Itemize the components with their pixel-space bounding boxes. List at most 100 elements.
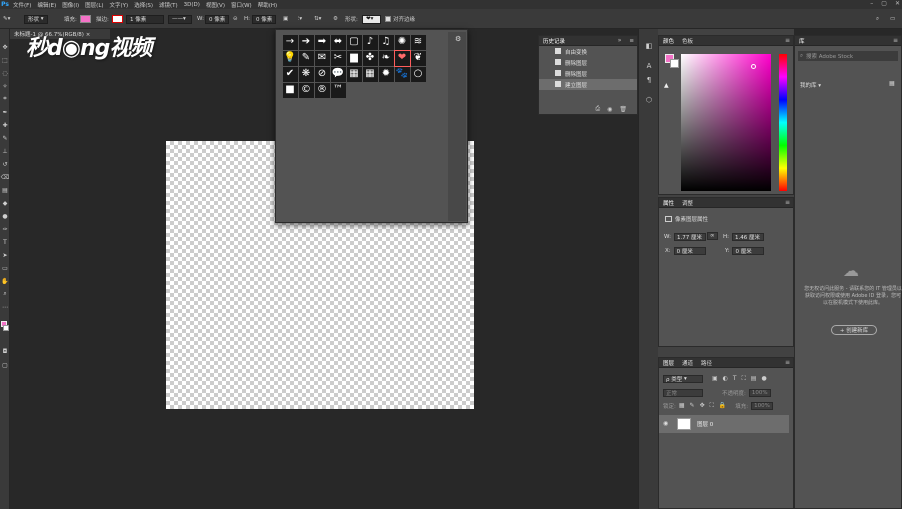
shape-option[interactable]: ®: [314, 82, 330, 98]
filter-toggle-icon[interactable]: ●: [761, 375, 766, 383]
3d-dock-icon[interactable]: ⬡: [644, 95, 654, 105]
filter-pixel-icon[interactable]: ▣: [712, 375, 718, 383]
fill-swatch[interactable]: [80, 15, 91, 23]
align-edges-checkbox[interactable]: [385, 16, 391, 22]
brush-tool-icon[interactable]: ✎: [1, 134, 9, 142]
tab-properties[interactable]: 属性: [663, 199, 674, 207]
stamp-tool-icon[interactable]: ⊥: [1, 147, 9, 155]
app-logo[interactable]: Ps: [0, 0, 10, 9]
tab-channels[interactable]: 通道: [682, 359, 693, 367]
path-operations-icon[interactable]: ▣: [283, 14, 288, 24]
character-dock-icon[interactable]: A: [644, 61, 654, 71]
opacity-field[interactable]: 100%: [748, 389, 771, 397]
shape-option[interactable]: ✔: [282, 66, 298, 82]
zoom-tool-icon[interactable]: ⌕: [1, 290, 9, 298]
history-item-selected[interactable]: 建立图层: [539, 79, 637, 90]
menu-layer[interactable]: 图层(L): [82, 1, 106, 9]
shape-option[interactable]: ✺: [394, 34, 410, 50]
panel-menu-icon[interactable]: ≡: [785, 199, 790, 206]
shape-option[interactable]: ❋: [298, 66, 314, 82]
lock-position-icon[interactable]: ✥: [700, 402, 705, 410]
shape-dropdown[interactable]: ❤▾: [362, 14, 381, 24]
lock-image-icon[interactable]: ✎: [690, 402, 695, 410]
menu-view[interactable]: 视图(V): [203, 1, 228, 9]
close-icon[interactable]: ✕: [895, 0, 900, 7]
width-field[interactable]: 0 像素: [205, 14, 229, 24]
shape-option[interactable]: ❦: [410, 50, 426, 66]
create-library-button[interactable]: + 创建新库: [831, 325, 877, 335]
screen-mode-icon[interactable]: ▢: [1, 361, 9, 369]
library-search-input[interactable]: ⌕ 搜索 Adobe Stock: [798, 51, 898, 61]
lock-transparent-icon[interactable]: ▦: [679, 402, 685, 410]
fill-field[interactable]: 100%: [751, 402, 773, 410]
quick-select-tool-icon[interactable]: ✧: [1, 82, 9, 90]
healing-tool-icon[interactable]: ✚: [1, 121, 9, 129]
shape-option[interactable]: ≋: [410, 34, 426, 50]
shape-option[interactable]: 💡: [282, 50, 298, 66]
background-color-swatch[interactable]: [3, 325, 9, 331]
width-field[interactable]: 1.77 厘米: [673, 233, 706, 241]
shape-tool-icon[interactable]: ▭: [1, 264, 9, 272]
picker-scrollbar[interactable]: [448, 32, 466, 221]
x-field[interactable]: 0 厘米: [673, 247, 706, 255]
shape-option[interactable]: ○: [410, 66, 426, 82]
tab-color[interactable]: 颜色: [663, 37, 674, 45]
properties-dock-icon[interactable]: ◧: [644, 41, 654, 51]
color-picker-cursor[interactable]: [751, 64, 756, 69]
tab-swatches[interactable]: 色板: [682, 37, 693, 45]
mode-dropdown[interactable]: 形状 ▾: [24, 14, 48, 24]
maximize-icon[interactable]: ▢: [881, 0, 887, 7]
shape-option[interactable]: ❤: [393, 49, 411, 67]
filter-smart-icon[interactable]: ▤: [751, 375, 757, 383]
shape-option[interactable]: →: [282, 34, 298, 50]
gradient-tool-icon[interactable]: ▤: [1, 186, 9, 194]
shape-option[interactable]: 💬: [330, 66, 346, 82]
shape-option[interactable]: ▢: [346, 34, 362, 50]
history-item[interactable]: 删除图层: [539, 68, 637, 79]
stroke-style-dropdown[interactable]: ——▾: [168, 14, 192, 24]
filter-type-icon[interactable]: T: [733, 375, 737, 383]
snapshot-camera-icon[interactable]: ◉: [607, 106, 612, 113]
shape-option[interactable]: ♫: [378, 34, 394, 50]
menu-type[interactable]: 文字(Y): [107, 1, 132, 9]
panel-menu-icon[interactable]: ≡: [785, 37, 790, 44]
tab-history[interactable]: 历史记录: [543, 37, 565, 45]
crop-tool-icon[interactable]: ⌗: [1, 95, 9, 103]
quick-mask-icon[interactable]: ◘: [1, 347, 9, 355]
settings-gear-icon[interactable]: ⚙: [333, 14, 338, 24]
picker-settings-gear-icon[interactable]: ⚙: [455, 35, 461, 43]
shape-option[interactable]: ▦: [362, 66, 378, 82]
tab-layers[interactable]: 图层: [663, 359, 674, 367]
shape-option[interactable]: ✂: [330, 50, 346, 66]
collapse-icon[interactable]: »: [618, 37, 622, 44]
marquee-tool-icon[interactable]: ⬚: [1, 56, 9, 64]
more-tools-icon[interactable]: ⋯: [1, 303, 9, 311]
pen-tool-icon[interactable]: ✑: [1, 225, 9, 233]
y-field[interactable]: 0 厘米: [732, 247, 765, 255]
shape-option[interactable]: ⬌: [330, 34, 346, 50]
lasso-tool-icon[interactable]: ◌: [1, 69, 9, 77]
filter-shape-icon[interactable]: ⛶: [742, 375, 746, 383]
panel-menu-icon[interactable]: ≡: [629, 38, 634, 44]
dodge-tool-icon[interactable]: ●: [1, 212, 9, 220]
history-brush-icon[interactable]: ↺: [1, 160, 9, 168]
stroke-swatch[interactable]: [112, 15, 123, 23]
panel-menu-icon[interactable]: ≡: [785, 359, 790, 366]
move-tool-icon[interactable]: ✥: [1, 43, 9, 51]
search-icon[interactable]: ⌕: [876, 14, 879, 24]
library-dropdown[interactable]: 我的库 ▾: [800, 81, 821, 89]
shape-option[interactable]: ✎: [298, 50, 314, 66]
history-item[interactable]: 自由变换: [539, 46, 637, 57]
panel-menu-icon[interactable]: ≡: [893, 37, 898, 44]
height-field[interactable]: 0 像素: [252, 14, 276, 24]
path-select-tool-icon[interactable]: ➤: [1, 251, 9, 259]
shape-option[interactable]: ❧: [378, 50, 394, 66]
new-document-icon[interactable]: ⎙: [595, 105, 600, 113]
hue-slider[interactable]: [779, 54, 787, 191]
trash-icon[interactable]: 🗑: [619, 106, 627, 113]
shape-option[interactable]: ♪: [362, 34, 378, 50]
minimize-icon[interactable]: –: [870, 0, 873, 7]
shape-option[interactable]: ✤: [362, 50, 378, 66]
shape-option[interactable]: ™: [330, 82, 346, 98]
filter-adjustment-icon[interactable]: ◐: [723, 375, 728, 383]
